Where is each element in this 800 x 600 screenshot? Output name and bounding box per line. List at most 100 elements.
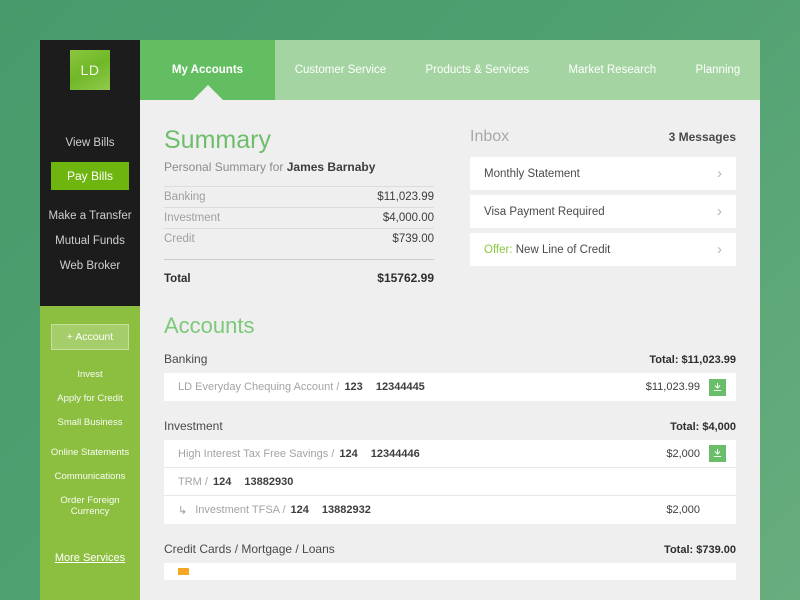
account-group-header: Banking Total: $11,023.99 — [164, 348, 736, 366]
inbox-message-count: 3 Messages — [669, 130, 736, 144]
accounts-title: Accounts — [164, 315, 736, 337]
inbox-message-text: New Line of Credit — [516, 244, 611, 256]
account-group-header: Investment Total: $4,000 — [164, 415, 736, 433]
card-color-chip-icon — [178, 568, 189, 575]
account-row-title: Investment TFSA / — [195, 504, 285, 516]
sub-account-arrow-icon: ↳ — [178, 504, 187, 517]
sidebar-item-small-business[interactable]: Small Business — [40, 417, 140, 428]
account-row-amount: $11,023.99 — [646, 381, 700, 393]
accounts-section: Accounts Banking Total: $11,023.99 LD Ev… — [140, 289, 760, 580]
sidebar-green-section: + Account Invest Apply for Credit Small … — [40, 306, 140, 600]
app-window: LD View Bills Pay Bills Make a Transfer … — [40, 40, 760, 600]
tab-my-accounts[interactable]: My Accounts — [140, 40, 275, 100]
tab-customer-service-label: Customer Service — [295, 64, 386, 76]
account-row[interactable] — [164, 563, 736, 580]
summary-subtitle-prefix: Personal Summary for — [164, 160, 287, 174]
account-row-name: ↳ Investment TFSA / 124 13882932 — [178, 504, 666, 517]
summary-row-investment-label: Investment — [164, 212, 220, 224]
tab-products-services[interactable]: Products & Services — [406, 40, 549, 100]
account-group-name: Banking — [164, 352, 207, 366]
account-row-name: LD Everyday Chequing Account / 123 12344… — [178, 381, 646, 393]
account-row-number: 12344446 — [371, 448, 420, 460]
download-icon[interactable] — [709, 445, 726, 462]
account-group-name: Investment — [164, 419, 223, 433]
account-row-transit: 124 — [291, 504, 309, 516]
account-group-credit-cards: Credit Cards / Mortgage / Loans Total: $… — [164, 538, 736, 580]
inbox-message-new-line-of-credit[interactable]: Offer: New Line of Credit › — [470, 233, 736, 266]
account-group-total: Total: $11,023.99 — [649, 354, 736, 366]
tab-planning[interactable]: Planning — [676, 40, 760, 100]
summary-row-banking-label: Banking — [164, 191, 206, 203]
sidebar-item-mutual-funds[interactable]: Mutual Funds — [40, 235, 140, 247]
account-group-investment: Investment Total: $4,000 High Interest T… — [164, 415, 736, 524]
account-row[interactable]: High Interest Tax Free Savings / 124 123… — [164, 440, 736, 468]
sidebar-item-web-broker[interactable]: Web Broker — [40, 260, 140, 272]
sidebar-item-communications[interactable]: Communications — [40, 471, 140, 482]
sidebar-item-make-a-transfer[interactable]: Make a Transfer — [40, 210, 140, 222]
sidebar-item-invest[interactable]: Invest — [40, 369, 140, 380]
download-icon[interactable] — [709, 379, 726, 396]
sidebar-item-order-foreign-currency[interactable]: Order Foreign Currency — [40, 495, 140, 517]
account-row-title: High Interest Tax Free Savings / — [178, 448, 334, 460]
account-row[interactable]: TRM / 124 13882930 — [164, 468, 736, 496]
customer-name: James Barnaby — [287, 160, 376, 174]
tab-planning-label: Planning — [696, 64, 741, 76]
account-row-amount: $2,000 — [666, 504, 700, 516]
account-row-transit: 124 — [213, 476, 231, 488]
inbox-message-monthly-statement[interactable]: Monthly Statement › — [470, 157, 736, 190]
account-row-number: 12344445 — [376, 381, 425, 393]
tab-products-services-label: Products & Services — [426, 64, 530, 76]
summary-row-total: Total $15762.99 — [164, 259, 434, 289]
summary-row-investment: Investment $4,000.00 — [164, 207, 434, 228]
chevron-right-icon: › — [717, 242, 722, 257]
main-area: My Accounts Customer Service Products & … — [140, 40, 760, 600]
account-row-amount-slot: $11,023.99 — [646, 379, 726, 396]
inbox-message-label: Offer: New Line of Credit — [484, 244, 610, 256]
inbox-panel: Inbox 3 Messages Monthly Statement › Vis… — [434, 128, 736, 289]
summary-total-label: Total — [164, 273, 191, 285]
tab-customer-service[interactable]: Customer Service — [275, 40, 406, 100]
summary-panel: Summary Personal Summary for James Barna… — [164, 128, 434, 289]
account-group-banking: Banking Total: $11,023.99 LD Everyday Ch… — [164, 348, 736, 401]
account-row-number: 13882930 — [244, 476, 293, 488]
more-services-link[interactable]: More Services — [55, 552, 125, 564]
summary-row-investment-value: $4,000.00 — [383, 212, 434, 224]
active-tab-notch-icon — [193, 85, 223, 100]
logo-tile[interactable]: LD — [70, 50, 110, 90]
summary-total-value: $15762.99 — [377, 271, 434, 285]
inbox-message-visa-payment[interactable]: Visa Payment Required › — [470, 195, 736, 228]
account-group-header: Credit Cards / Mortgage / Loans Total: $… — [164, 538, 736, 556]
add-account-button[interactable]: + Account — [51, 324, 129, 350]
sidebar: LD View Bills Pay Bills Make a Transfer … — [40, 40, 140, 600]
account-row[interactable]: ↳ Investment TFSA / 124 13882932 $2,000 — [164, 496, 736, 524]
summary-row-credit-label: Credit — [164, 233, 195, 245]
pay-bills-button[interactable]: Pay Bills — [51, 162, 129, 190]
chevron-right-icon: › — [717, 204, 722, 219]
chevron-right-icon: › — [717, 166, 722, 181]
tab-market-research-label: Market Research — [569, 64, 657, 76]
summary-subtitle: Personal Summary for James Barnaby — [164, 160, 434, 174]
content-scroll-area: Summary Personal Summary for James Barna… — [140, 100, 760, 600]
sidebar-item-apply-for-credit[interactable]: Apply for Credit — [40, 393, 140, 404]
account-row-name: High Interest Tax Free Savings / 124 123… — [178, 448, 666, 460]
account-row-transit: 123 — [344, 381, 362, 393]
sidebar-item-view-bills[interactable]: View Bills — [40, 137, 140, 149]
summary-row-banking-value: $11,023.99 — [377, 191, 434, 203]
tab-market-research[interactable]: Market Research — [549, 40, 676, 100]
account-row-amount: $2,000 — [666, 448, 700, 460]
inbox-header: Inbox 3 Messages — [470, 128, 736, 146]
summary-row-credit: Credit $739.00 — [164, 228, 434, 249]
account-row-title: TRM / — [178, 476, 208, 488]
account-row-transit: 124 — [339, 448, 357, 460]
sidebar-dark-section: LD View Bills Pay Bills Make a Transfer … — [40, 40, 140, 306]
account-row-title: LD Everyday Chequing Account / — [178, 381, 339, 393]
logo-text: LD — [81, 62, 100, 78]
summary-title: Summary — [164, 128, 434, 153]
offer-tag: Offer: — [484, 244, 516, 256]
account-row-number: 13882932 — [322, 504, 371, 516]
inbox-message-label: Visa Payment Required — [484, 206, 605, 218]
sidebar-item-online-statements[interactable]: Online Statements — [40, 447, 140, 458]
account-row-amount-slot: $2,000 — [666, 504, 726, 516]
account-row[interactable]: LD Everyday Chequing Account / 123 12344… — [164, 373, 736, 401]
inbox-title: Inbox — [470, 128, 509, 146]
